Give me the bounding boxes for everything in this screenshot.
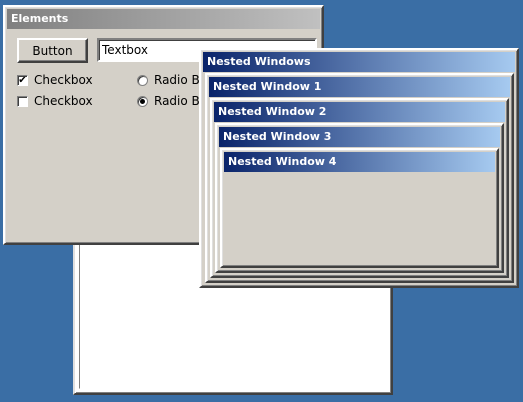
nested-window-2-title: Nested Window 2 [218, 105, 327, 118]
checkbox-1-box[interactable]: ✔ [17, 74, 28, 86]
nested-window-4-titlebar[interactable]: Nested Window 4 [224, 152, 495, 172]
nested-window-3-title: Nested Window 3 [223, 130, 332, 143]
nested-windows-title: Nested Windows [207, 55, 311, 68]
nested-window-4: Nested Window 4 [220, 148, 499, 268]
nested-windows-titlebar[interactable]: Nested Windows [203, 52, 515, 72]
radio-2-circle[interactable] [137, 95, 148, 107]
checkbox-2-label: Checkbox [34, 94, 93, 108]
radio-1-circle[interactable] [137, 74, 148, 86]
checkbox-2-box[interactable] [17, 95, 28, 107]
checkbox-1-label: Checkbox [34, 73, 93, 87]
nested-window-4-title: Nested Window 4 [228, 155, 337, 168]
nested-window-1-title: Nested Window 1 [213, 80, 322, 93]
nested-window-1-titlebar[interactable]: Nested Window 1 [209, 77, 510, 97]
elements-window-titlebar[interactable]: Elements [7, 9, 320, 29]
elements-window-title: Elements [11, 12, 69, 25]
demo-button[interactable]: Button [17, 38, 88, 63]
nested-window-3-titlebar[interactable]: Nested Window 3 [219, 127, 500, 147]
nested-window-2-titlebar[interactable]: Nested Window 2 [214, 102, 505, 122]
checkbox-row-1[interactable]: ✔ Checkbox [17, 73, 93, 87]
checkbox-row-2[interactable]: Checkbox [17, 94, 93, 108]
